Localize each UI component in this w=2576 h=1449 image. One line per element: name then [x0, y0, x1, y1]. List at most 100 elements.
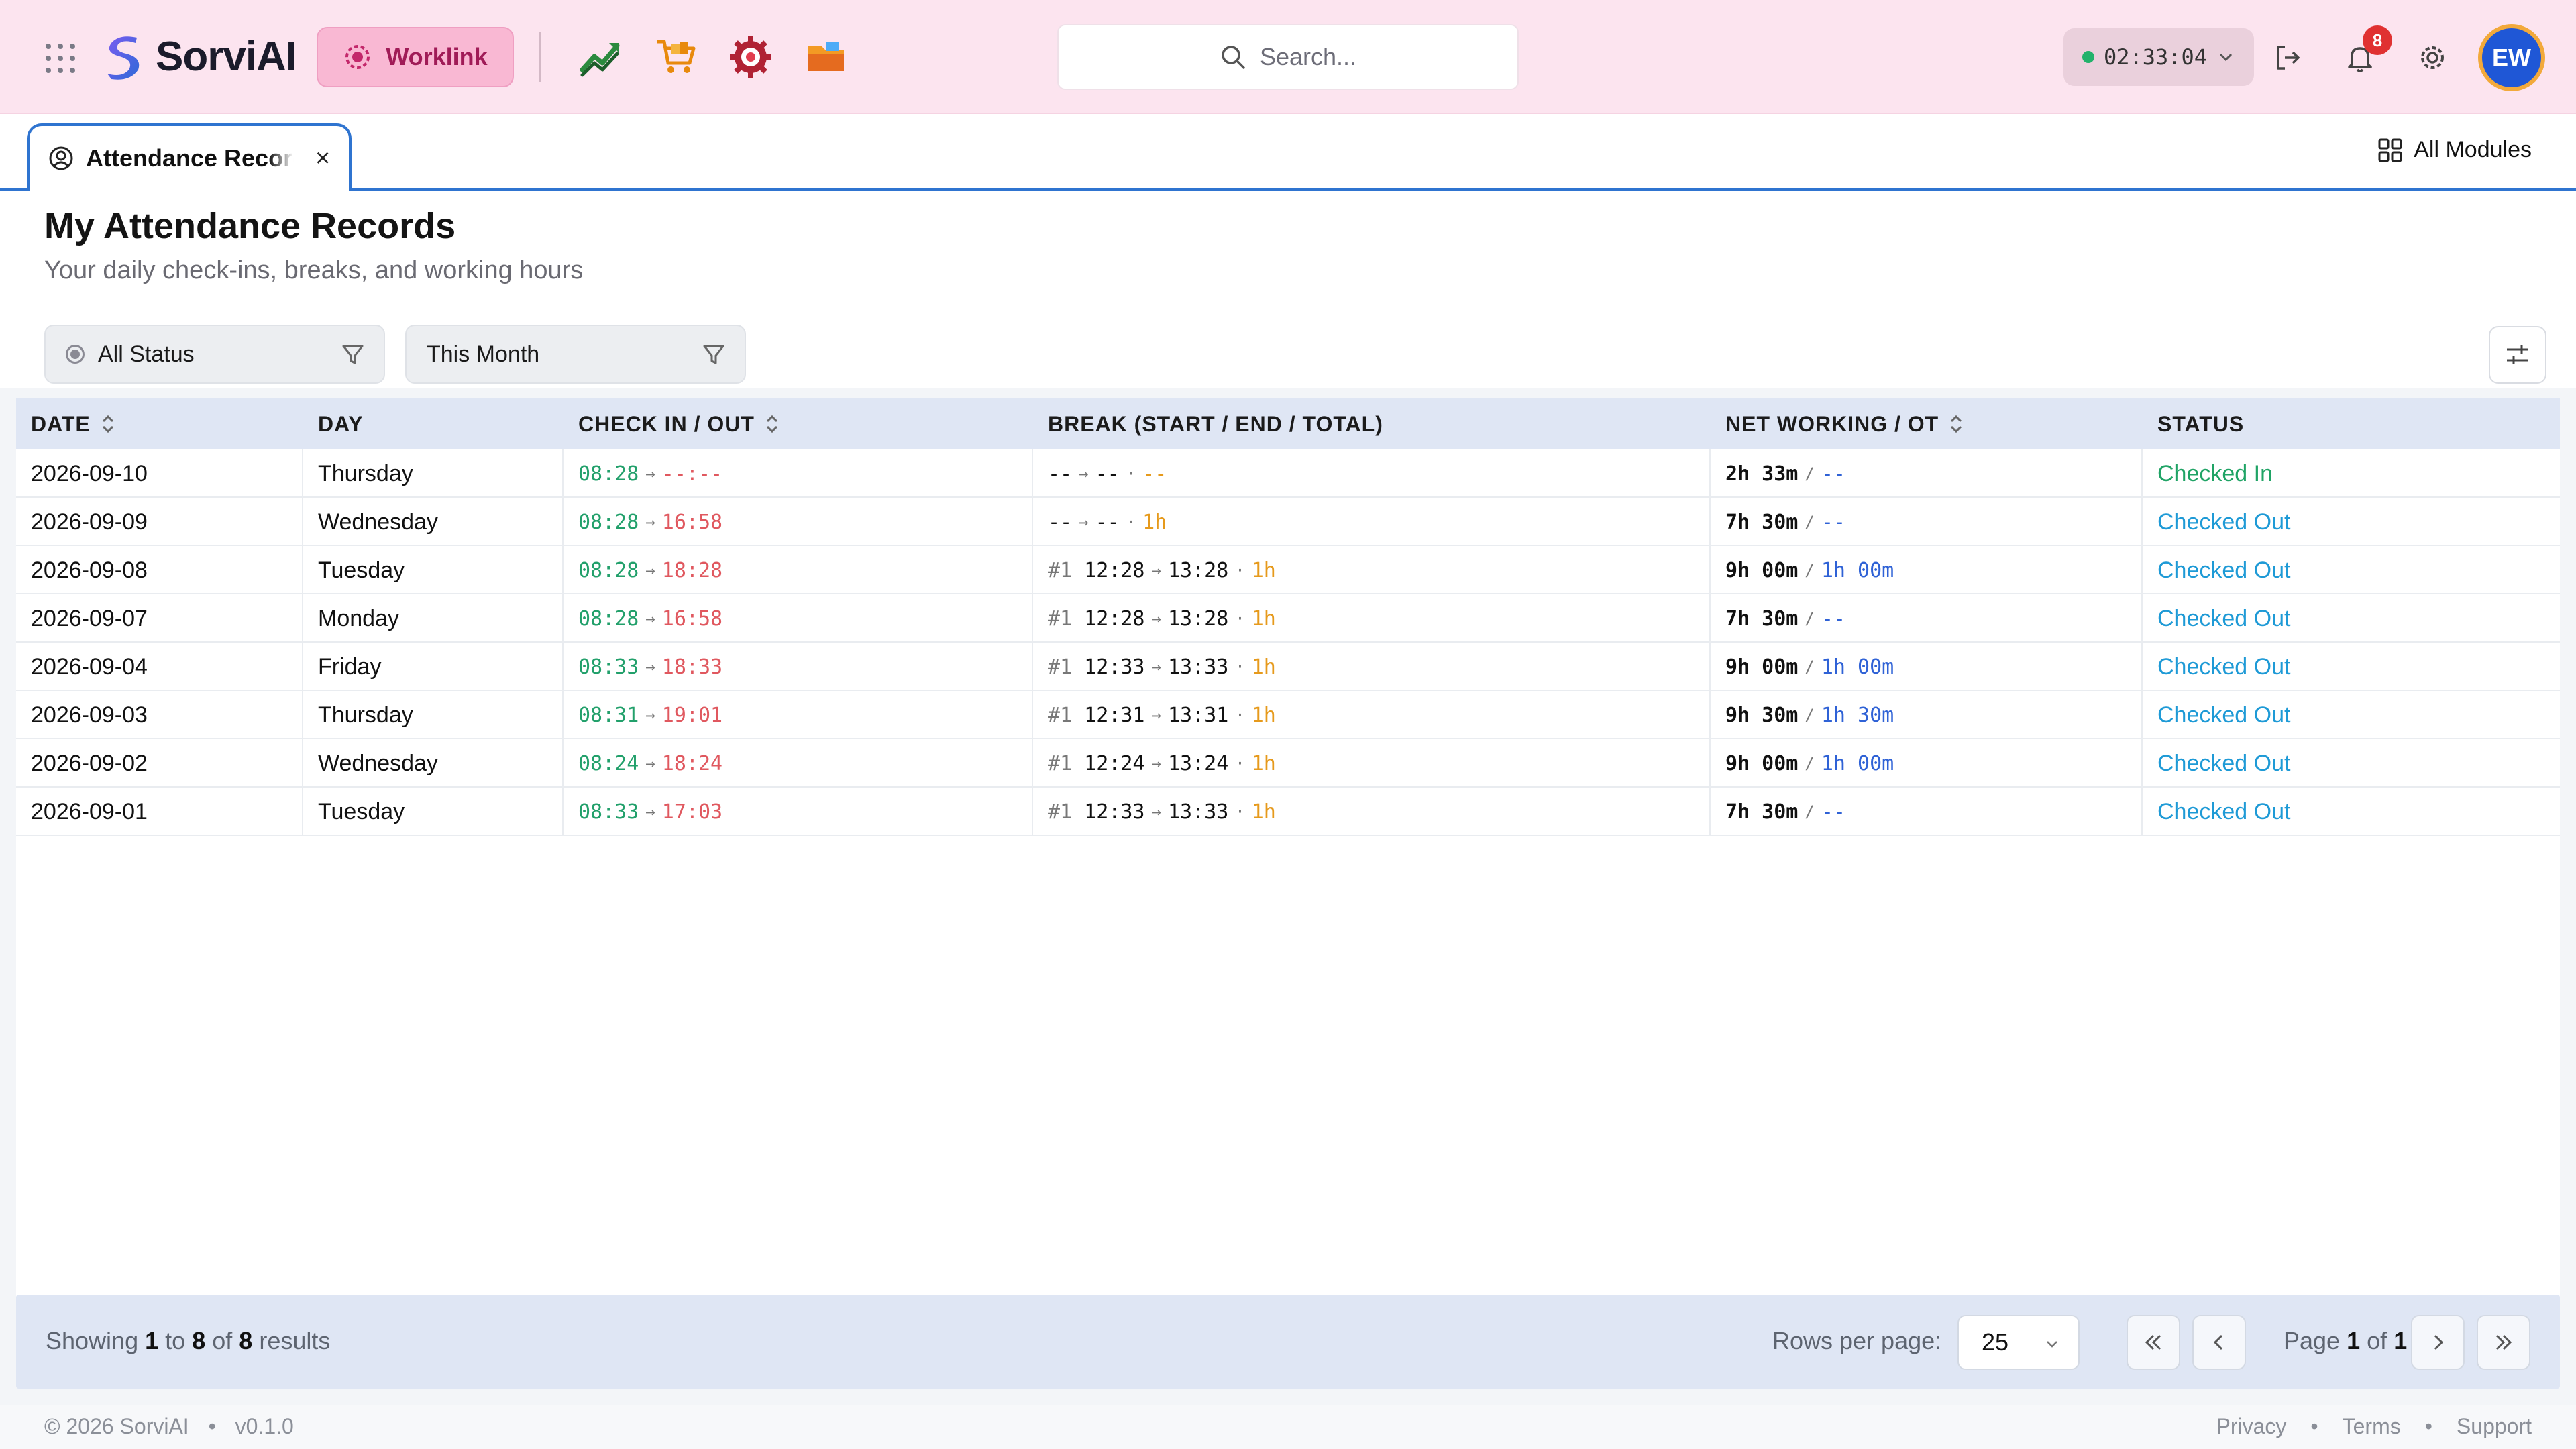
sliders-icon [2507, 345, 2528, 364]
status-cell: Checked Out [2157, 788, 2290, 836]
break-cell: #1 12:33 → 13:33 · 1h [1048, 643, 1276, 691]
status-value: Checked Out [2157, 605, 2291, 631]
day-cell: Wednesday [318, 498, 438, 546]
table-row[interactable]: 2026-09-08 Tuesday 08:28 → 18:28 #1 12:28 → 13:… [16, 546, 2560, 594]
rows-per-page-label: Rows per page: [1772, 1327, 1942, 1354]
app-launcher-icon[interactable] [46, 44, 75, 73]
day-value: Wednesday [318, 508, 438, 535]
check-out-time: 19:01 [661, 703, 723, 727]
slash-separator: / [1805, 706, 1815, 724]
chevron-down-icon [2220, 53, 2233, 62]
separator-dot: · [1126, 464, 1136, 483]
column-header-net-working[interactable]: NET WORKING / OT [1725, 398, 1964, 449]
break-number: #1 [1048, 606, 1073, 631]
all-modules-button[interactable]: All Modules [2377, 137, 2532, 163]
worklink-button[interactable]: Worklink [317, 27, 514, 87]
search-input[interactable]: Search... [1057, 24, 1519, 90]
date-value: 2026-09-08 [31, 557, 148, 583]
gear-icon[interactable] [2416, 42, 2449, 74]
column-settings-button[interactable] [2489, 326, 2546, 384]
net-working-value: 9h 30m [1725, 703, 1799, 727]
day-cell: Monday [318, 594, 399, 643]
check-out-time: 16:58 [661, 510, 723, 534]
range-from: 1 [145, 1327, 159, 1354]
version-text: v0.1.0 [235, 1414, 294, 1438]
table-row[interactable]: 2026-09-10 Thursday 08:28 → --:-- -- → -- · -- 2h … [16, 449, 2560, 498]
privacy-link[interactable]: Privacy [2216, 1414, 2287, 1439]
check-in-time: 08:33 [578, 655, 639, 679]
status-value: Checked Out [2157, 557, 2291, 583]
trending-up-icon[interactable] [578, 35, 623, 79]
net-working-cell: 7h 30m / -- [1725, 498, 1845, 546]
column-header-check-in-out[interactable]: CHECK IN / OUT [578, 398, 780, 449]
break-total: -- [1142, 462, 1167, 486]
double-chevron-left-icon [2145, 1334, 2161, 1350]
period-filter[interactable]: This Month [405, 325, 746, 384]
tab-attendance-records[interactable]: Attendance Records × [27, 123, 352, 191]
break-cell: -- → -- · -- [1048, 449, 1167, 498]
header-divider [539, 32, 541, 82]
column-header-day: DAY [318, 398, 364, 449]
terms-link[interactable]: Terms [2343, 1414, 2401, 1439]
support-link[interactable]: Support [2457, 1414, 2532, 1439]
folder-icon[interactable] [804, 35, 848, 79]
net-working-value: 7h 30m [1725, 510, 1799, 534]
tab-bar: Attendance Records × All Modules [0, 115, 2576, 191]
break-cell: #1 12:24 → 13:24 · 1h [1048, 739, 1276, 788]
arrow-icon: → [1079, 464, 1089, 483]
of-label: of [212, 1327, 233, 1354]
break-start: -- [1048, 462, 1073, 486]
first-page-button[interactable] [2127, 1315, 2180, 1370]
arrow-icon: → [1151, 754, 1161, 773]
status-filter[interactable]: All Status [44, 325, 385, 384]
arrow-icon: → [1151, 561, 1161, 580]
arrow-icon: → [645, 609, 655, 628]
date-value: 2026-09-01 [31, 798, 148, 824]
table-row[interactable]: 2026-09-09 Wednesday 08:28 → 16:58 -- → -- · 1h 7h… [16, 498, 2560, 546]
avatar[interactable]: EW [2478, 24, 2545, 91]
gear-target-icon[interactable] [729, 35, 773, 79]
results-summary: Showing 1 to 8 of 8 results [46, 1327, 330, 1355]
status-value: Checked Out [2157, 508, 2291, 535]
previous-page-button[interactable] [2192, 1315, 2246, 1370]
separator-dot: · [1235, 609, 1245, 628]
break-end: -- [1095, 462, 1120, 486]
logout-icon[interactable] [2271, 42, 2304, 74]
column-header-date[interactable]: DATE [31, 398, 116, 449]
break-number: #1 [1048, 655, 1073, 679]
check-in-time: 08:28 [578, 462, 639, 486]
break-end: 13:28 [1167, 606, 1229, 631]
date-value: 2026-09-03 [31, 702, 148, 728]
showing-label: Showing [46, 1327, 139, 1354]
check-out-time: 17:03 [661, 800, 723, 824]
shopping-cart-icon[interactable] [653, 35, 698, 79]
rows-per-page-select[interactable]: 25 [1957, 1315, 2080, 1370]
slash-separator: / [1805, 609, 1815, 628]
break-end: 13:28 [1167, 558, 1229, 582]
table-row[interactable]: 2026-09-01 Tuesday 08:33 → 17:03 #1 12:33 → 13:… [16, 788, 2560, 836]
table-row[interactable]: 2026-09-03 Thursday 08:31 → 19:01 #1 12:31 → 13… [16, 691, 2560, 739]
next-page-button[interactable] [2411, 1315, 2465, 1370]
user-circle-icon [49, 146, 73, 170]
day-value: Thursday [318, 702, 413, 728]
arrow-icon: → [645, 657, 655, 676]
tab-underline [0, 188, 2576, 191]
work-timer[interactable]: 02:33:04 [2063, 28, 2254, 86]
last-page-button[interactable] [2477, 1315, 2530, 1370]
check-in-out-cell: 08:28 → --:-- [578, 449, 722, 498]
close-icon[interactable]: × [315, 144, 330, 173]
date-value: 2026-09-07 [31, 605, 148, 631]
date-cell: 2026-09-02 [31, 739, 148, 788]
table-row[interactable]: 2026-09-07 Monday 08:28 → 16:58 #1 12:28 → 13:2… [16, 594, 2560, 643]
break-start: 12:28 [1084, 558, 1145, 582]
table-row[interactable]: 2026-09-02 Wednesday 08:24 → 18:24 #1 12:24 → 1… [16, 739, 2560, 788]
slash-separator: / [1805, 464, 1815, 483]
app-logo[interactable]: SorviAI [99, 31, 297, 82]
worklink-icon [345, 45, 370, 69]
break-end: 13:33 [1167, 800, 1229, 824]
arrow-icon: → [1151, 609, 1161, 628]
table-row[interactable]: 2026-09-04 Friday 08:33 → 18:33 #1 12:33 → 13:3… [16, 643, 2560, 691]
